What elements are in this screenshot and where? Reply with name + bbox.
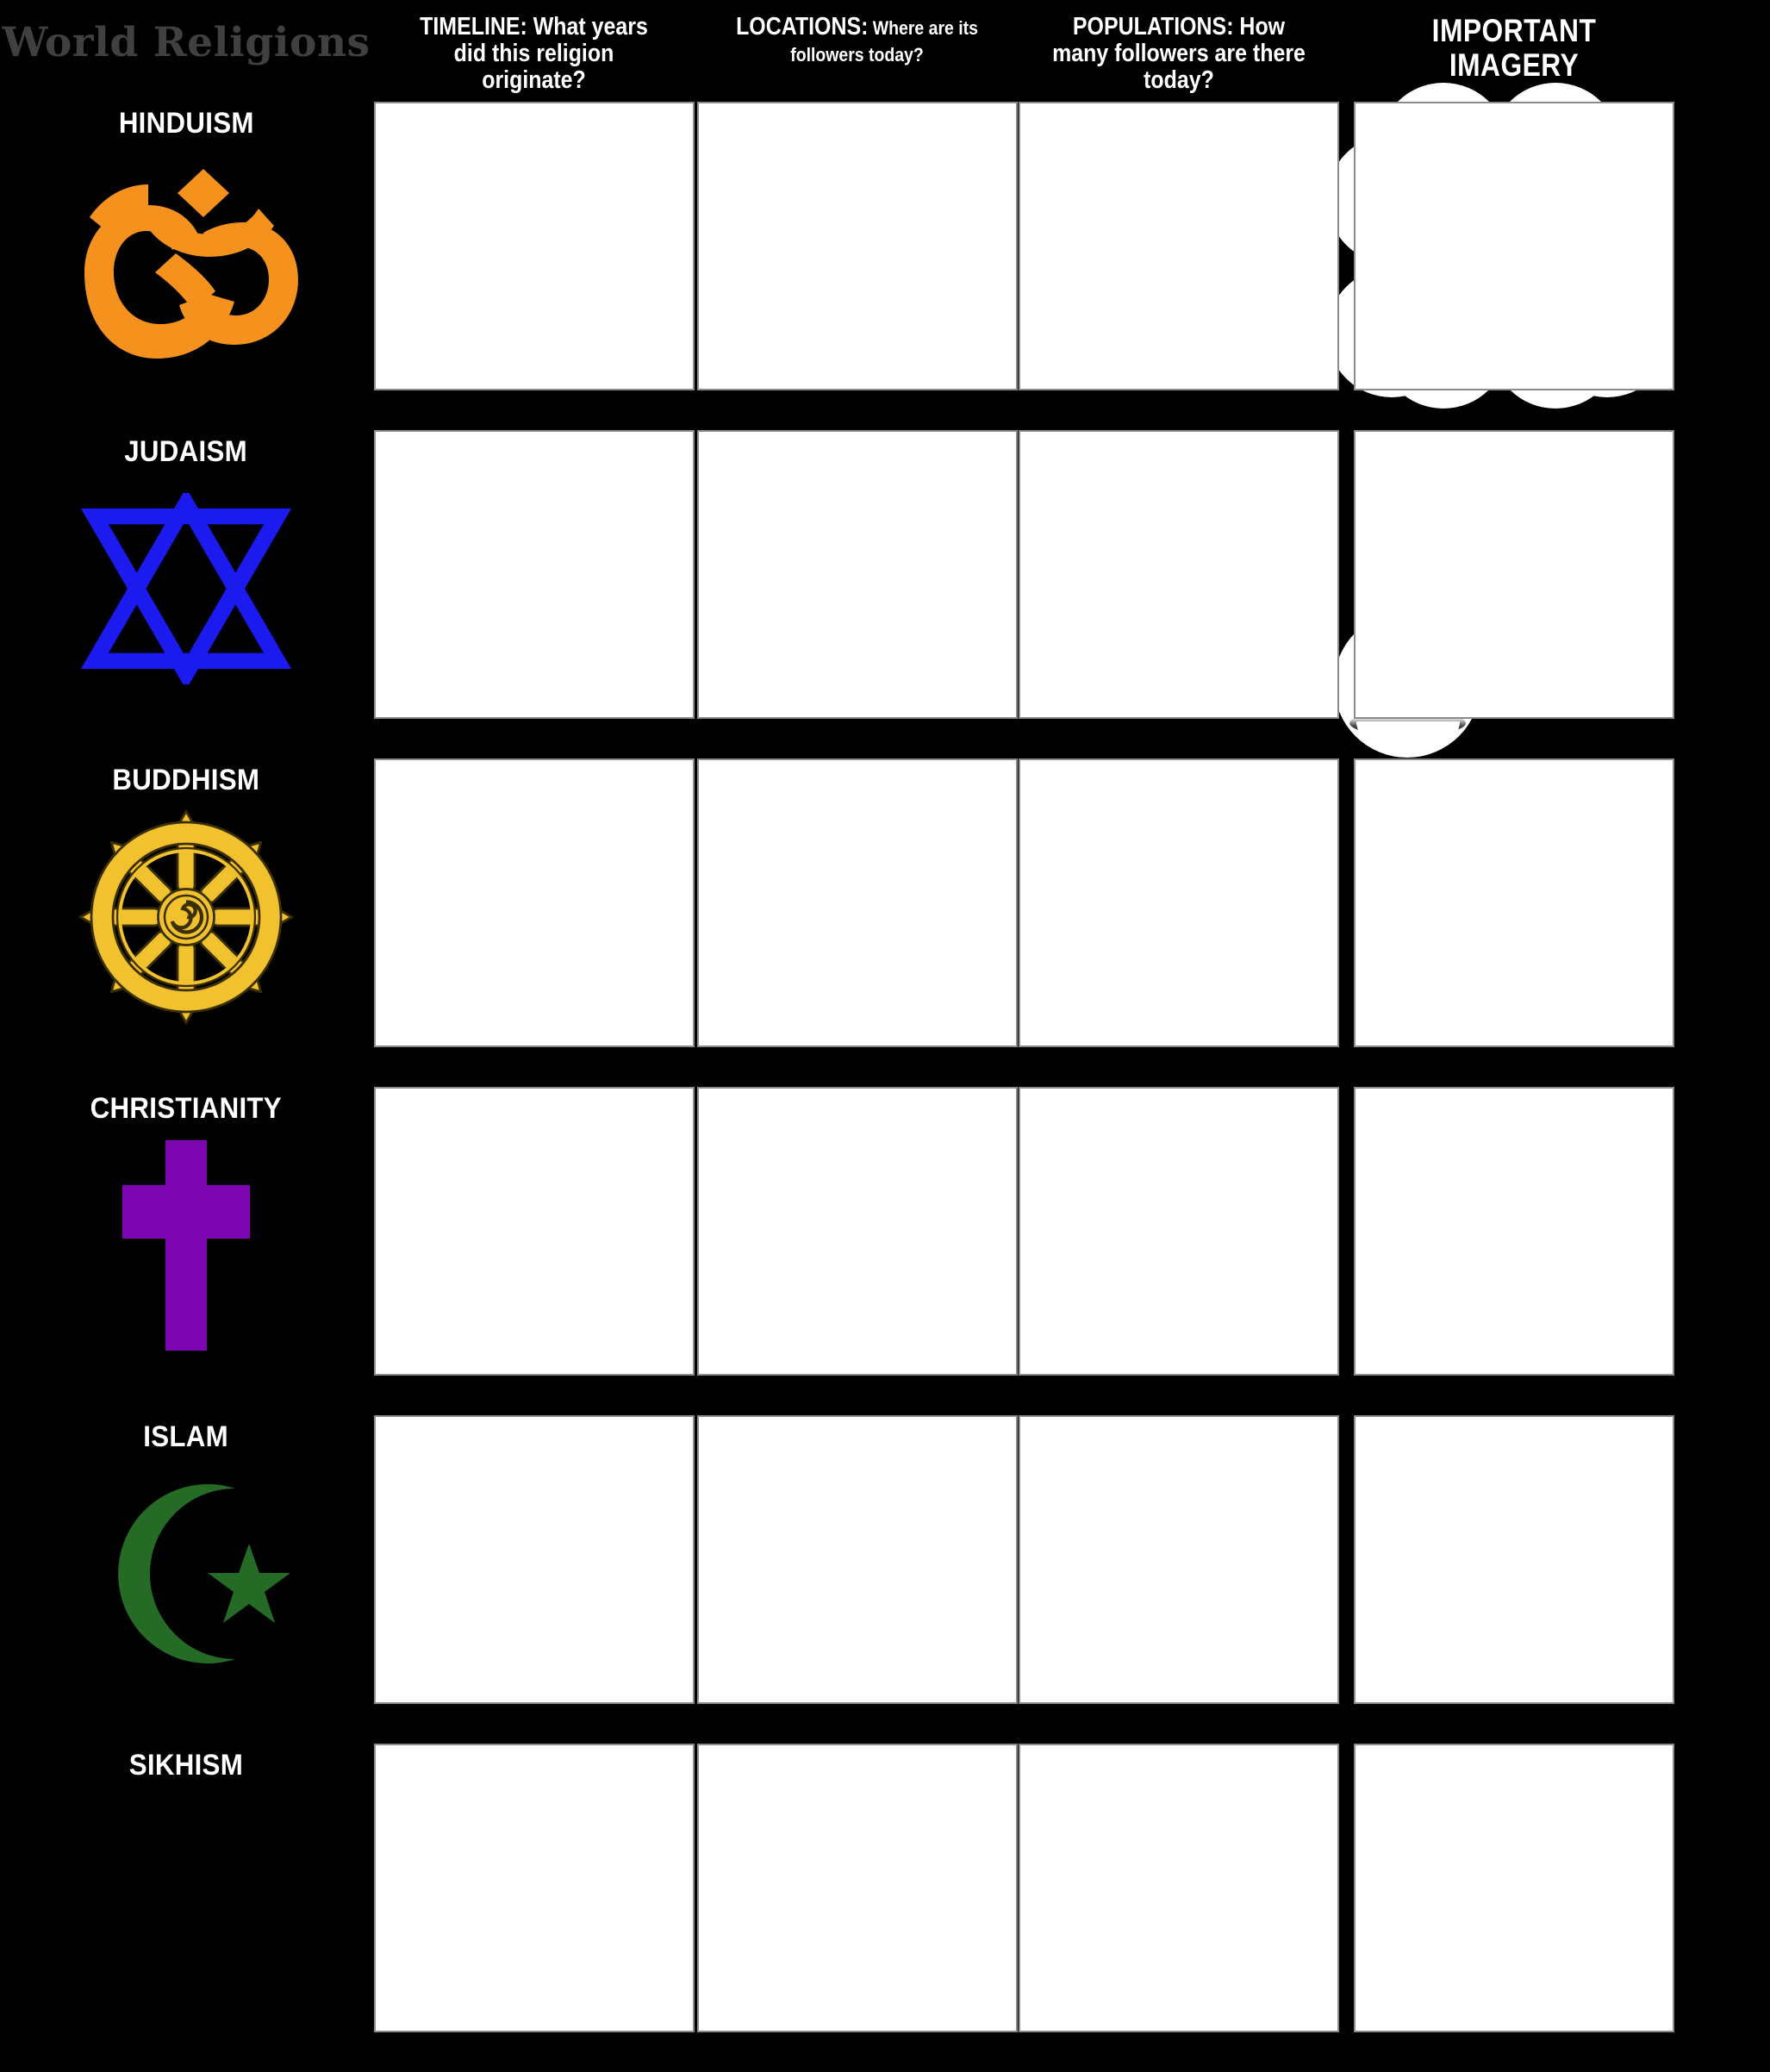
cell-box[interactable] bbox=[696, 430, 1018, 719]
cell-christianity-locations[interactable] bbox=[695, 1087, 1019, 1415]
cell-islam-locations[interactable] bbox=[695, 1415, 1019, 1744]
cell-box[interactable] bbox=[696, 102, 1018, 390]
cell-sikhism-locations[interactable] bbox=[695, 1744, 1019, 2072]
column-header-locations-lead: LOCATIONS: bbox=[736, 13, 869, 41]
cell-islam-populations[interactable] bbox=[1019, 1415, 1339, 1744]
row-label-hinduism: HINDUISM bbox=[0, 102, 372, 430]
cell-box[interactable] bbox=[696, 1087, 1018, 1376]
cell-box[interactable] bbox=[1354, 1415, 1674, 1704]
column-header-populations: POPULATIONS: How many followers are ther… bbox=[1019, 0, 1339, 102]
row-label-judaism: JUDAISM bbox=[0, 430, 372, 758]
row-label-hinduism-text: HINDUISM bbox=[118, 107, 254, 140]
row-label-sikhism: SIKHISM bbox=[0, 1744, 372, 2072]
world-religions-chart: World Religions TIMELINE: What years did… bbox=[0, 0, 1770, 2072]
cell-box[interactable] bbox=[1354, 1087, 1674, 1376]
cell-judaism-timeline[interactable] bbox=[372, 430, 695, 758]
row-label-buddhism-text: BUDDHISM bbox=[112, 764, 260, 796]
cell-christianity-timeline[interactable] bbox=[372, 1087, 695, 1415]
column-header-locations: LOCATIONS: Where are its followers today… bbox=[695, 0, 1019, 102]
column-header-imagery-lead: IMPORTANT IMAGERY bbox=[1431, 13, 1597, 83]
cell-islam-imagery[interactable] bbox=[1339, 1415, 1689, 1744]
board-title-cell: World Religions bbox=[0, 0, 372, 102]
cell-buddhism-timeline[interactable] bbox=[372, 758, 695, 1087]
cell-box[interactable] bbox=[1019, 430, 1339, 719]
cell-box[interactable] bbox=[373, 758, 695, 1047]
cell-box[interactable] bbox=[373, 1415, 695, 1704]
cell-box[interactable] bbox=[1019, 758, 1339, 1047]
cell-judaism-populations[interactable] bbox=[1019, 430, 1339, 758]
column-header-populations-lead: POPULATIONS: bbox=[1072, 13, 1234, 41]
cell-box[interactable] bbox=[1019, 1415, 1339, 1704]
row-label-christianity: CHRISTIANITY bbox=[0, 1087, 372, 1415]
cell-judaism-imagery[interactable] bbox=[1334, 430, 1689, 758]
cell-islam-timeline[interactable] bbox=[372, 1415, 695, 1744]
cell-buddhism-imagery[interactable] bbox=[1339, 758, 1689, 1087]
cell-hinduism-timeline[interactable] bbox=[372, 102, 695, 430]
cell-box[interactable] bbox=[1354, 1744, 1674, 2032]
om-icon bbox=[70, 153, 302, 368]
cell-judaism-locations[interactable] bbox=[695, 430, 1019, 758]
column-header-imagery: IMPORTANT IMAGERY bbox=[1339, 0, 1689, 102]
star-of-david-icon bbox=[70, 481, 302, 696]
row-label-buddhism: BUDDHISM bbox=[0, 758, 372, 1087]
column-header-timeline-lead: TIMELINE: bbox=[420, 13, 527, 41]
cell-box[interactable] bbox=[1019, 1087, 1339, 1376]
cell-sikhism-timeline[interactable] bbox=[372, 1744, 695, 2072]
cross-icon bbox=[70, 1138, 302, 1353]
cell-box[interactable] bbox=[373, 1744, 695, 2032]
row-label-sikhism-text: SIKHISM bbox=[128, 1749, 244, 1782]
cell-box[interactable] bbox=[1354, 102, 1674, 390]
cell-box[interactable] bbox=[1019, 1744, 1339, 2032]
cell-hinduism-imagery[interactable] bbox=[1327, 83, 1689, 430]
cell-box[interactable] bbox=[373, 102, 695, 390]
cell-box[interactable] bbox=[1019, 102, 1339, 390]
row-label-christianity-text: CHRISTIANITY bbox=[90, 1092, 283, 1125]
cell-buddhism-locations[interactable] bbox=[695, 758, 1019, 1087]
row-label-judaism-text: JUDAISM bbox=[124, 435, 248, 468]
dharma-wheel-icon bbox=[70, 809, 302, 1025]
column-header-timeline: TIMELINE: What years did this religion o… bbox=[372, 0, 695, 102]
page-title: World Religions bbox=[2, 18, 371, 66]
cell-sikhism-populations[interactable] bbox=[1019, 1744, 1339, 2072]
star-and-crescent-icon bbox=[70, 1466, 302, 1682]
cell-box[interactable] bbox=[373, 430, 695, 719]
cell-sikhism-imagery[interactable] bbox=[1339, 1744, 1689, 2072]
row-label-islam: ISLAM bbox=[0, 1415, 372, 1744]
cell-box[interactable] bbox=[696, 1415, 1018, 1704]
cell-hinduism-locations[interactable] bbox=[695, 102, 1019, 430]
row-label-islam-text: ISLAM bbox=[143, 1420, 229, 1453]
cell-box[interactable] bbox=[1354, 430, 1674, 719]
cell-box[interactable] bbox=[373, 1087, 695, 1376]
cell-box[interactable] bbox=[696, 758, 1018, 1047]
cell-box[interactable] bbox=[1354, 758, 1674, 1047]
cell-hinduism-populations[interactable] bbox=[1019, 102, 1339, 430]
cell-buddhism-populations[interactable] bbox=[1019, 758, 1339, 1087]
cell-christianity-populations[interactable] bbox=[1019, 1087, 1339, 1415]
cell-box[interactable] bbox=[696, 1744, 1018, 2032]
cell-christianity-imagery[interactable] bbox=[1339, 1087, 1689, 1415]
